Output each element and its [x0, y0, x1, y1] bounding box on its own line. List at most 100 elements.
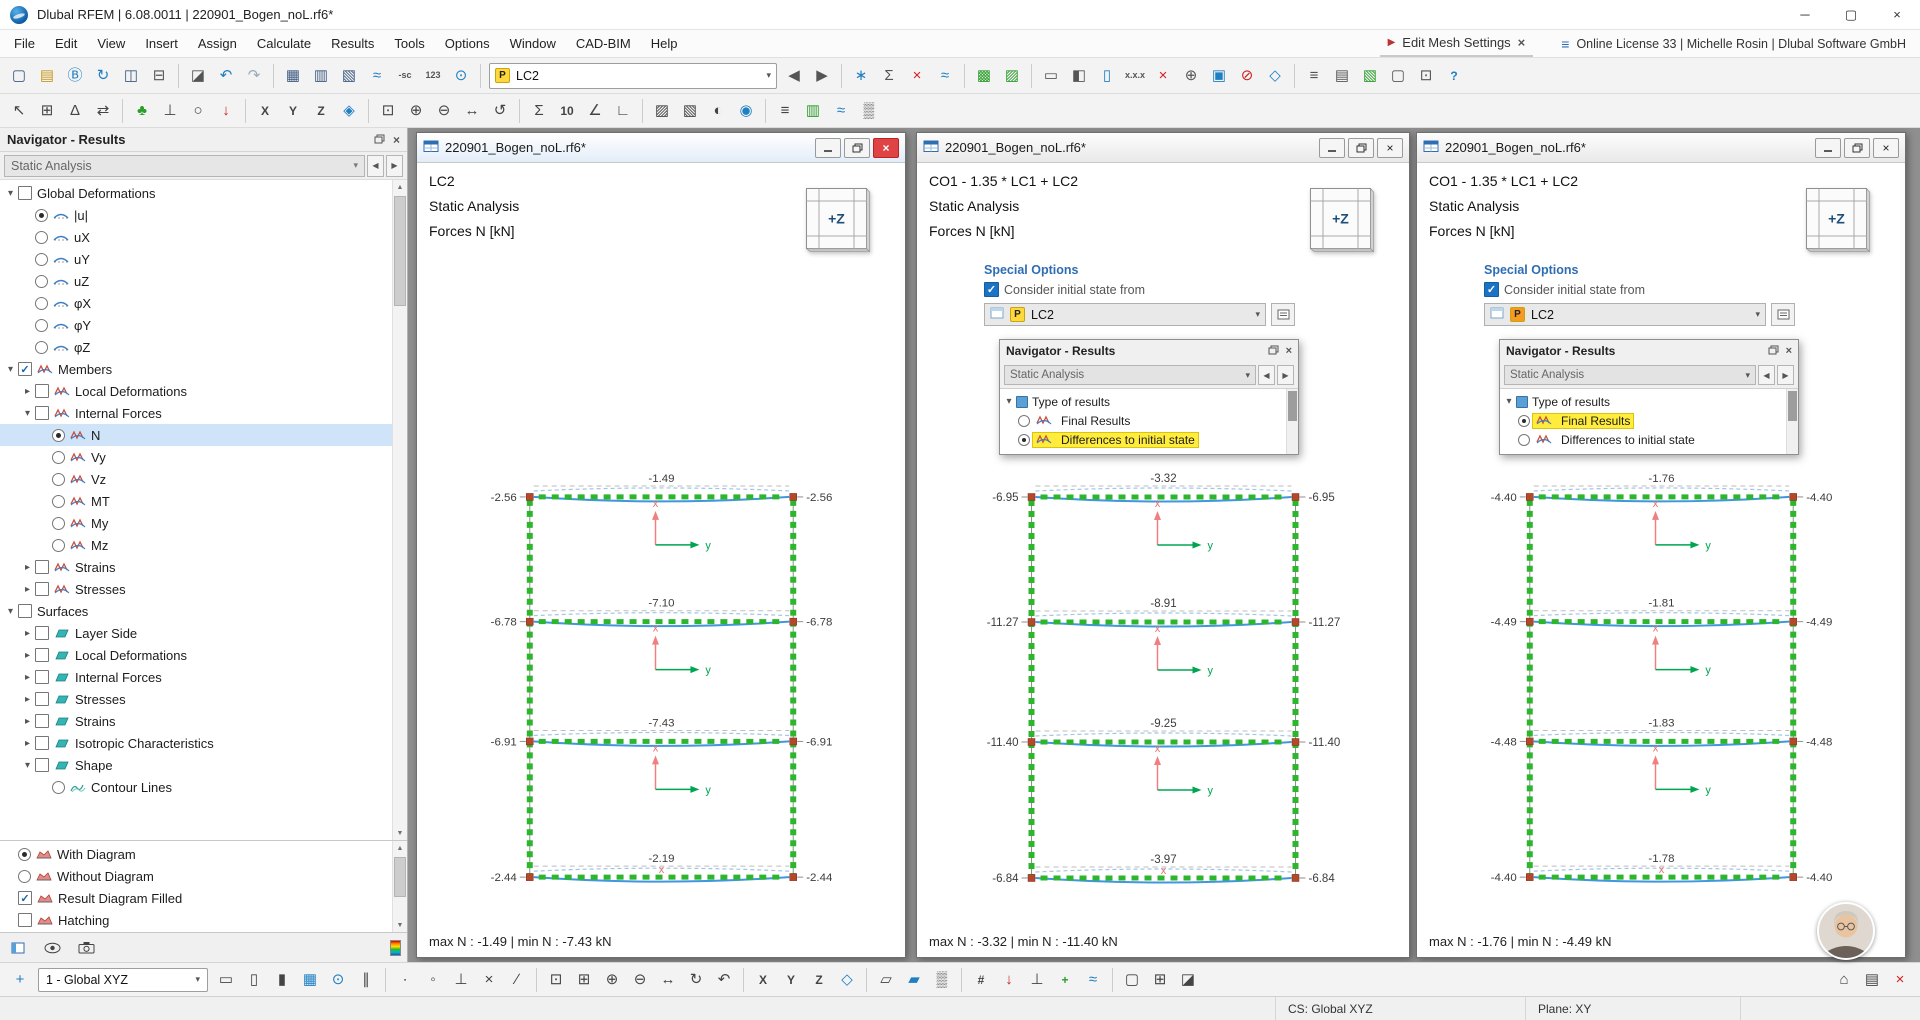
radio-final-results[interactable]: [1018, 415, 1030, 427]
document-window[interactable]: 220901_Bogen_noL.rf6* × LC2Static Analys…: [416, 132, 906, 958]
consider-initial-state-row[interactable]: ✓ Consider initial state from: [984, 282, 1344, 297]
previous-analysis-button[interactable]: ◀: [1758, 365, 1775, 385]
calculation-settings-icon[interactable]: Σ: [876, 62, 902, 90]
app-minimize-button[interactable]: ─: [1782, 0, 1828, 29]
radio-ux[interactable]: [35, 231, 48, 244]
angle-measure-icon[interactable]: ∠: [582, 97, 608, 125]
navigation-cube[interactable]: +Z: [1309, 187, 1375, 256]
result-diagram-icon[interactable]: ≈: [364, 62, 390, 90]
scroll-thumb[interactable]: [394, 857, 406, 897]
tree-item-vz[interactable]: Vz: [0, 468, 392, 490]
tree-item-local-deformations[interactable]: ▸Local Deformations: [0, 644, 392, 666]
radio-uz[interactable]: [35, 275, 48, 288]
close-view-icon[interactable]: ×: [1887, 966, 1913, 994]
menu-calculate[interactable]: Calculate: [247, 30, 321, 57]
next-analysis-button[interactable]: ▶: [1277, 365, 1294, 385]
full-model-view-icon[interactable]: ⌂: [1831, 966, 1857, 994]
mini-scrollbar[interactable]: [1286, 389, 1298, 454]
scroll-down-icon[interactable]: ▼: [393, 826, 407, 840]
zoom-out-icon[interactable]: ⊖: [431, 97, 457, 125]
undo-icon[interactable]: ↶: [213, 62, 239, 90]
edit-load-cases-button[interactable]: [1271, 303, 1295, 326]
expand-icon[interactable]: ▸: [20, 650, 35, 661]
checkbox-stresses[interactable]: [35, 582, 49, 596]
tree-item-internal-forces[interactable]: ▾Internal Forces: [0, 402, 392, 424]
mini-analysis-dropdown[interactable]: Static Analysis ▾: [1004, 365, 1256, 385]
color-scale-toggle-icon[interactable]: ▥: [800, 97, 826, 125]
result-type-option-differences-to-initial-state[interactable]: Differences to initial state: [1002, 430, 1284, 449]
document-window-titlebar[interactable]: 220901_Bogen_noL.rf6* ×: [1417, 133, 1905, 163]
tree-item-surfaces[interactable]: ▾Surfaces: [0, 600, 392, 622]
window-restore-button[interactable]: [1348, 138, 1374, 158]
checkbox-members[interactable]: ✓: [18, 362, 32, 376]
color-by-material-icon[interactable]: ▧: [1357, 62, 1383, 90]
structure-diagram[interactable]: -2.56-2.56-1.49-6.78-6.78-7.10-6.91-6.91…: [417, 463, 905, 913]
tree-item-uy[interactable]: uY: [0, 248, 392, 270]
checkbox-strains[interactable]: [35, 714, 49, 728]
mini-analysis-dropdown[interactable]: Static Analysis ▾: [1504, 365, 1756, 385]
edit-load-cases-button[interactable]: [1771, 303, 1795, 326]
result-tables-icon[interactable]: ▧: [336, 62, 362, 90]
previous-analysis-button[interactable]: ◀: [367, 155, 384, 177]
show-supports-icon[interactable]: ⊥: [1024, 966, 1050, 994]
print-report-icon[interactable]: ▭: [1038, 62, 1064, 90]
close-panel-icon[interactable]: ×: [393, 133, 400, 147]
scroll-up-icon[interactable]: ▲: [393, 841, 407, 855]
collapse-icon[interactable]: ▾: [20, 408, 35, 419]
menu-options[interactable]: Options: [435, 30, 500, 57]
window-minimize-button[interactable]: [1319, 138, 1345, 158]
transparent-render-icon[interactable]: ▒: [929, 966, 955, 994]
tree-item-x[interactable]: φX: [0, 292, 392, 314]
radio-x[interactable]: [35, 297, 48, 310]
previous-analysis-button[interactable]: ◀: [1258, 365, 1275, 385]
close-panel-icon[interactable]: ×: [1786, 345, 1792, 357]
checkbox-surfaces[interactable]: [18, 604, 32, 618]
menu-insert[interactable]: Insert: [135, 30, 188, 57]
checkbox-local-deformations[interactable]: [35, 384, 49, 398]
panel-sidebar-icon[interactable]: [6, 936, 30, 960]
tree-item-mt[interactable]: MT: [0, 490, 392, 512]
scroll-up-icon[interactable]: ▲: [393, 180, 407, 194]
consider-initial-state-checkbox[interactable]: ✓: [1484, 282, 1499, 297]
tree-item-isotropic-characteristics[interactable]: ▸Isotropic Characteristics: [0, 732, 392, 754]
work-plane-xz-icon[interactable]: ▯: [241, 966, 267, 994]
navigation-cube[interactable]: +Z: [805, 187, 871, 256]
decimal-places-icon[interactable]: x.x.x: [1122, 62, 1148, 90]
camera-view-icon[interactable]: ▢: [1385, 62, 1411, 90]
radio-y[interactable]: [35, 319, 48, 332]
radio-with-diagram[interactable]: [18, 848, 31, 861]
print-graphic-icon[interactable]: ⊟: [146, 62, 172, 90]
new-window-icon[interactable]: ▢: [1119, 966, 1145, 994]
solid-render-icon[interactable]: ▰: [901, 966, 927, 994]
previous-view-icon[interactable]: ↶: [711, 966, 737, 994]
move-copy-icon[interactable]: ⇄: [90, 97, 116, 125]
zoom-window-icon[interactable]: ⊞: [571, 966, 597, 994]
open-model-icon[interactable]: ▤: [34, 62, 60, 90]
sum-results-icon[interactable]: Σ: [526, 97, 552, 125]
extreme-values-icon[interactable]: 10: [554, 97, 580, 125]
zoom-all-icon[interactable]: ⊡: [543, 966, 569, 994]
isometric-view-icon[interactable]: ◇: [1262, 62, 1288, 90]
tree-item-my[interactable]: My: [0, 512, 392, 534]
view-side-icon[interactable]: Y: [280, 97, 306, 125]
color-scale-icon[interactable]: [390, 940, 401, 956]
sync-model-icon[interactable]: ↻: [90, 62, 116, 90]
checkbox-global-deformations[interactable]: [18, 186, 32, 200]
radio-uy[interactable]: [35, 253, 48, 266]
object-snap-perpendicular-icon[interactable]: ⊥: [448, 966, 474, 994]
tree-item-mz[interactable]: Mz: [0, 534, 392, 556]
ruler-icon[interactable]: ∟: [610, 97, 636, 125]
new-table-icon[interactable]: ▦: [280, 62, 306, 90]
initial-state-case-combo[interactable]: P LC2 ▾: [984, 303, 1266, 326]
tree-item-uz[interactable]: uZ: [0, 270, 392, 292]
zoom-in-icon[interactable]: ⊕: [599, 966, 625, 994]
find-object-icon[interactable]: ⊙: [448, 62, 474, 90]
tree-item-n[interactable]: N: [0, 424, 392, 446]
pan-view-icon[interactable]: ↔: [655, 966, 681, 994]
menu-view[interactable]: View: [87, 30, 135, 57]
consider-initial-state-checkbox[interactable]: ✓: [984, 282, 999, 297]
modify-object-icon[interactable]: Δ: [62, 97, 88, 125]
options-scrollbar[interactable]: ▲ ▼: [392, 841, 407, 932]
object-properties-icon[interactable]: ≡: [1301, 62, 1327, 90]
lock-view-icon[interactable]: ⊘: [1234, 62, 1260, 90]
